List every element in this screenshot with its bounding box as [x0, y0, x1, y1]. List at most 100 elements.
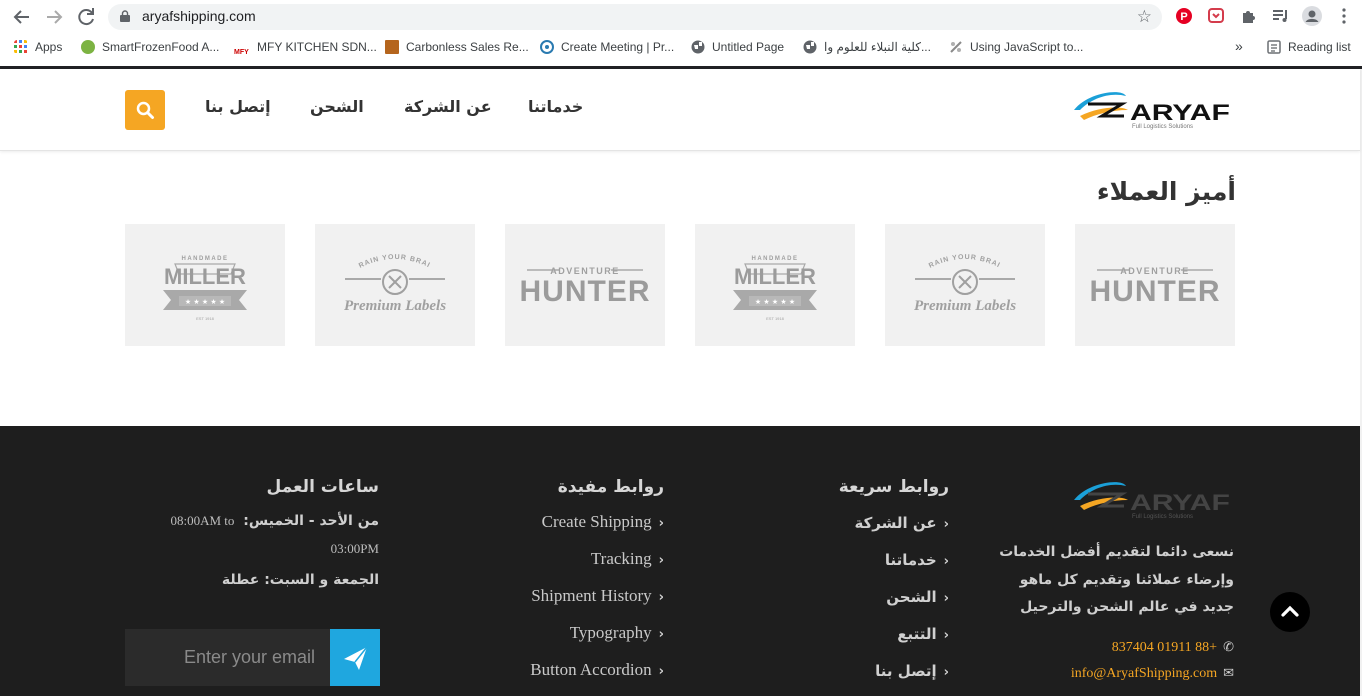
- useful-link-label: Create Shipping: [541, 512, 652, 531]
- logo-main-text: MILLER: [734, 264, 816, 289]
- chevron-up-icon: [1281, 605, 1299, 617]
- svg-text:TRAIN YOUR BRAIN: TRAIN YOUR BRAIN: [315, 224, 432, 270]
- bookmark-label: MFY KITCHEN SDN...: [257, 40, 377, 54]
- svg-text:★ ★ ★ ★ ★: ★ ★ ★ ★ ★: [185, 298, 225, 306]
- useful-link[interactable]: Button Accordion ›: [530, 660, 664, 680]
- logo-tagline: Full Logistics Solutions: [1132, 124, 1193, 130]
- hunter-logo: ADVENTURE HUNTER: [1090, 266, 1220, 308]
- bookmarks-bar: Apps SmartFrozenFood A... MFY MFY KITCHEN…: [0, 36, 1362, 60]
- reading-list-button[interactable]: Reading list: [1267, 40, 1351, 56]
- quick-link[interactable]: إتصل بنا ›: [875, 662, 949, 680]
- nav-shipping[interactable]: الشحن: [310, 97, 364, 116]
- chevron-right-icon: ›: [943, 628, 949, 643]
- bookmark-label: Create Meeting | Pr...: [561, 40, 675, 54]
- logo-top-text: TRAIN YOUR BRAIN: [885, 224, 1001, 270]
- lock-icon: [120, 10, 130, 22]
- reload-icon[interactable]: [74, 5, 98, 29]
- meeting-favicon: [540, 40, 554, 54]
- quick-link[interactable]: خدماتنا ›: [885, 551, 949, 569]
- pinterest-icon[interactable]: P: [1173, 5, 1195, 27]
- useful-link[interactable]: Typography ›: [570, 623, 664, 643]
- email-contact[interactable]: info@AryafShipping.com ✉: [1071, 665, 1234, 682]
- bookmark-untitled-page[interactable]: Untitled Page: [691, 40, 784, 56]
- quick-link-label: الشحن: [886, 588, 937, 606]
- kebab-menu-icon[interactable]: [1333, 5, 1355, 27]
- svg-text:★ ★ ★ ★ ★: ★ ★ ★ ★ ★: [755, 298, 795, 306]
- back-icon[interactable]: [10, 5, 34, 29]
- bookmark-smartfrozenfood[interactable]: SmartFrozenFood A...: [81, 40, 219, 56]
- client-logo-card[interactable]: ADVENTURE HUNTER: [1075, 224, 1235, 346]
- client-logo-card[interactable]: TRAIN YOUR BRAIN Premium Labels: [885, 224, 1045, 346]
- phone-icon: ✆: [1223, 639, 1234, 654]
- miller-logo: HANDMADE MILLER ★ ★ ★ ★ ★ EST 1918: [733, 256, 817, 321]
- bookmark-label: كلية النبلاء للعلوم وا...: [824, 40, 931, 54]
- working-hours-title: ساعات العمل: [266, 477, 379, 497]
- newsletter-email-box: [125, 629, 330, 686]
- useful-links-title: روابط مفيدة: [557, 477, 664, 497]
- media-queue-icon[interactable]: [1269, 5, 1291, 27]
- useful-link[interactable]: Shipment History ›: [531, 586, 664, 606]
- svg-text:P: P: [1180, 11, 1187, 23]
- premium-labels-logo: TRAIN YOUR BRAIN Premium Labels: [315, 224, 446, 314]
- useful-link-label: Typography: [569, 623, 652, 642]
- bookmark-nobalaa[interactable]: كلية النبلاء للعلوم وا...: [803, 40, 931, 56]
- client-logo-card[interactable]: ADVENTURE HUNTER: [505, 224, 665, 346]
- phone-number: 837404 01911 88+: [1111, 640, 1218, 655]
- paper-plane-icon: [344, 646, 368, 670]
- quick-link[interactable]: الشحن ›: [886, 588, 949, 606]
- globe-icon: [691, 40, 705, 54]
- address-bar[interactable]: aryafshipping.com ☆: [108, 4, 1162, 30]
- globe-icon: [803, 40, 817, 54]
- logo-top-text: HANDMADE: [182, 256, 229, 262]
- bookmark-create-meeting[interactable]: Create Meeting | Pr...: [540, 40, 674, 56]
- bookmark-mfy-kitchen[interactable]: MFY MFY KITCHEN SDN...: [234, 40, 377, 60]
- apps-grid-icon: [14, 40, 27, 53]
- mfy-favicon: MFY: [234, 46, 250, 60]
- envelope-icon: ✉: [1223, 665, 1234, 680]
- useful-link[interactable]: Create Shipping ›: [542, 512, 664, 532]
- bookmark-label: Untitled Page: [712, 40, 785, 54]
- chevron-right-icon: ›: [658, 590, 664, 605]
- client-logo-card[interactable]: TRAIN YOUR BRAIN Premium Labels: [315, 224, 475, 346]
- footer-logo-wordmark: ARYAF: [1130, 490, 1230, 515]
- quick-link-label: عن الشركة: [854, 514, 937, 532]
- more-bookmarks-chevron-icon[interactable]: »: [1235, 38, 1243, 54]
- client-logo-card[interactable]: HANDMADE MILLER ★ ★ ★ ★ ★ EST 1918: [125, 224, 285, 346]
- chevron-right-icon: ›: [658, 627, 664, 642]
- newsletter-send-button[interactable]: [330, 629, 380, 686]
- newsletter-email-input[interactable]: [125, 629, 330, 686]
- useful-link[interactable]: Tracking ›: [591, 549, 664, 569]
- weekend-value: عطلة: [221, 572, 260, 588]
- url-text[interactable]: aryafshipping.com: [142, 8, 256, 24]
- about-text-line: نسعى دائما لتقديم أفضل الخدمات: [999, 544, 1234, 560]
- useful-link-label: Shipment History: [531, 586, 652, 605]
- weekend-hours: الجمعة و السبت: عطلة: [222, 572, 379, 588]
- useful-link-label: Tracking: [590, 549, 652, 568]
- chevron-right-icon: ›: [943, 591, 949, 606]
- nav-contact[interactable]: إتصل بنا: [205, 97, 271, 116]
- nav-services[interactable]: خدماتنا: [528, 97, 583, 116]
- bookmark-apps[interactable]: Apps: [14, 40, 62, 56]
- extensions-puzzle-icon[interactable]: [1237, 5, 1259, 27]
- profile-avatar-icon[interactable]: [1301, 5, 1323, 27]
- client-logo-card[interactable]: HANDMADE MILLER ★ ★ ★ ★ ★ EST 1918: [695, 224, 855, 346]
- forward-icon[interactable]: [42, 5, 66, 29]
- search-button[interactable]: [125, 90, 165, 130]
- pocket-icon[interactable]: [1205, 5, 1227, 27]
- quick-link-label: إتصل بنا: [875, 662, 937, 680]
- aryaf-logo[interactable]: ARYAF Full Logistics Solutions: [1070, 86, 1232, 130]
- scroll-to-top-button[interactable]: [1270, 592, 1310, 632]
- bookmark-star-icon[interactable]: ☆: [1137, 7, 1152, 27]
- phone-contact[interactable]: 837404 01911 88+ ✆: [1112, 639, 1234, 656]
- about-text-line: جديد في عالم الشحن والترحيل: [1020, 599, 1234, 615]
- footer-aryaf-logo[interactable]: ARYAF Full Logistics Solutions: [1070, 476, 1232, 520]
- quick-links-title: روابط سريعة: [838, 477, 949, 497]
- bookmark-carbonless[interactable]: Carbonless Sales Re...: [385, 40, 529, 56]
- nav-about[interactable]: عن الشركة: [404, 97, 492, 116]
- logo-sub-text: EST 1918: [196, 316, 214, 321]
- useful-link-label: Button Accordion: [530, 660, 652, 679]
- bookmark-using-javascript[interactable]: Using JavaScript to...: [949, 40, 1083, 56]
- search-icon: [136, 101, 154, 119]
- quick-link[interactable]: التتبع ›: [897, 625, 949, 643]
- quick-link[interactable]: عن الشركة ›: [854, 514, 949, 532]
